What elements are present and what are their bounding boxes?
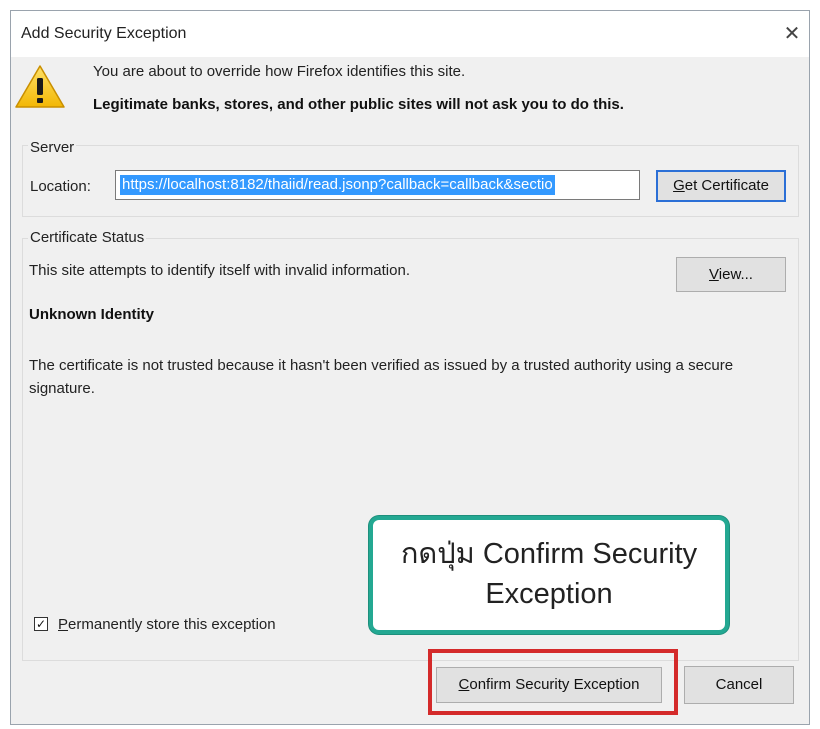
title-bar: Add Security Exception ✕ — [11, 11, 809, 57]
cancel-button[interactable]: Cancel — [684, 666, 794, 704]
view-accel: V — [709, 266, 719, 283]
view-label: iew... — [718, 266, 753, 283]
dialog-title: Add Security Exception — [21, 25, 187, 42]
annotation-line-2: Exception — [485, 578, 613, 610]
annotation-callout: กดปุ่ม Confirm Security Exception — [369, 516, 729, 634]
permanent-store-accel: P — [58, 616, 69, 633]
permanent-store-checkbox[interactable]: ✓ — [34, 617, 48, 631]
view-button[interactable]: View... — [676, 257, 786, 292]
server-group-label: Server — [28, 139, 77, 156]
annotation-line-1: กดปุ่ม Confirm Security — [400, 538, 698, 570]
warning-message: You are about to override how Firefox id… — [93, 63, 466, 80]
checkmark-icon: ✓ — [35, 617, 47, 631]
warning-triangle-icon — [15, 65, 65, 108]
confirm-highlight-frame — [428, 649, 678, 715]
certificate-description: The certificate is not trusted because i… — [29, 357, 734, 397]
get-certificate-button[interactable]: Get Certificate — [656, 170, 786, 202]
get-certificate-accel: G — [673, 177, 685, 194]
permanent-store-text: ermanently store this exception — [68, 616, 276, 633]
location-input-value: https://localhost:8182/thaiid/read.jsonp… — [120, 175, 555, 195]
warning-message-bold: Legitimate banks, stores, and other publ… — [93, 96, 624, 113]
status-text: This site attempts to identify itself wi… — [29, 262, 410, 279]
location-input[interactable]: https://localhost:8182/thaiid/read.jsonp… — [115, 170, 640, 200]
certificate-status-label: Certificate Status — [28, 229, 147, 246]
location-label: Location: — [30, 178, 91, 195]
permanent-store-label[interactable]: Permanently store this exception — [58, 616, 276, 633]
get-certificate-label: et Certificate — [684, 177, 769, 194]
unknown-identity-heading: Unknown Identity — [29, 306, 154, 323]
close-icon[interactable]: ✕ — [777, 19, 807, 49]
